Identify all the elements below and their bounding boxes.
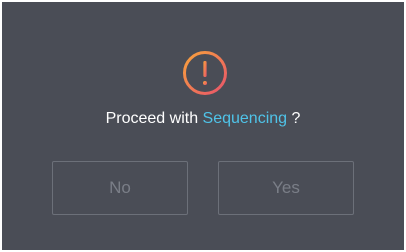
no-button[interactable]: No bbox=[52, 161, 188, 215]
message-prefix: Proceed with bbox=[105, 110, 203, 127]
confirm-dialog: Proceed with Sequencing ? No Yes bbox=[2, 2, 404, 250]
warning-exclamation-icon bbox=[183, 51, 227, 95]
message-suffix: ? bbox=[287, 110, 301, 127]
yes-button[interactable]: Yes bbox=[218, 161, 354, 215]
dialog-message: Proceed with Sequencing ? bbox=[2, 107, 404, 131]
message-highlight: Sequencing bbox=[202, 110, 288, 127]
